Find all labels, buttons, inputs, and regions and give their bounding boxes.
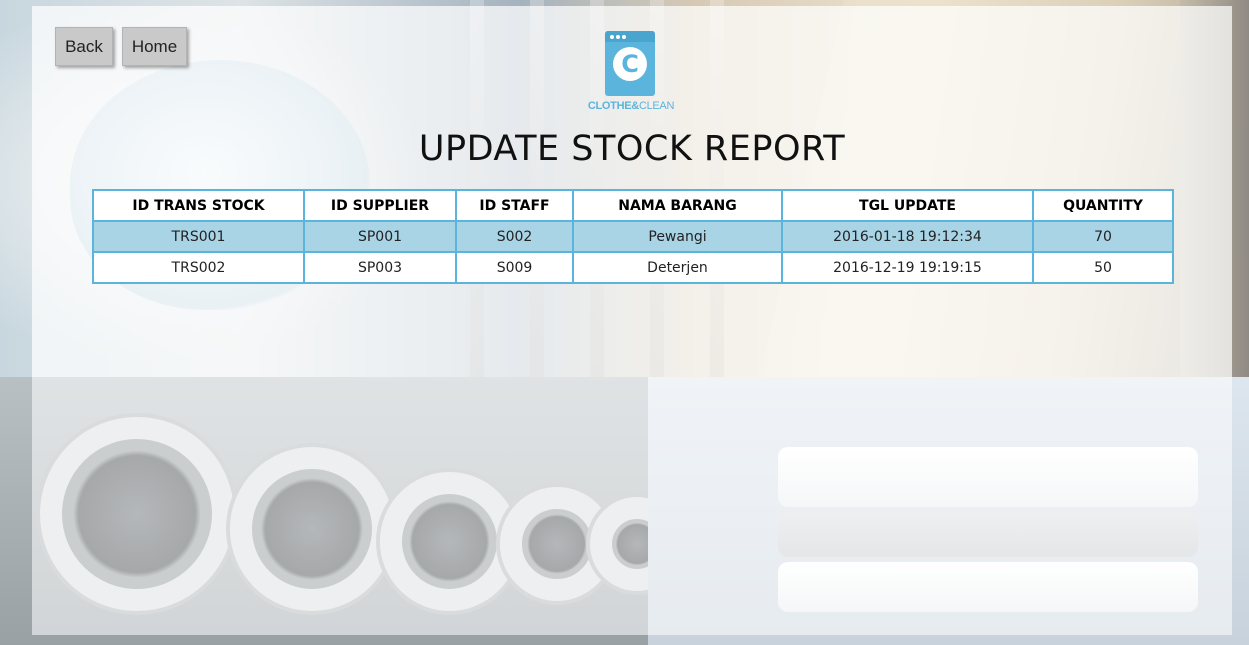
stock-report-table: ID TRANS STOCK ID SUPPLIER ID STAFF NAMA… bbox=[92, 189, 1174, 284]
cell-nama-barang: Pewangi bbox=[572, 220, 783, 253]
column-header-id-supplier: ID SUPPLIER bbox=[303, 189, 457, 222]
cell-id-supplier: SP001 bbox=[303, 220, 457, 253]
column-header-nama-barang: NAMA BARANG bbox=[572, 189, 783, 222]
column-header-tgl-update: TGL UPDATE bbox=[781, 189, 1034, 222]
table-header-row: ID TRANS STOCK ID SUPPLIER ID STAFF NAMA… bbox=[92, 189, 1174, 222]
cell-tgl-update: 2016-01-18 19:12:34 bbox=[781, 220, 1034, 253]
washing-machine-icon: C bbox=[605, 31, 655, 96]
logo-wordmark: CLOTHE&CLEAN bbox=[587, 100, 675, 112]
cell-id-staff: S002 bbox=[455, 220, 574, 253]
cell-id-supplier: SP003 bbox=[303, 251, 457, 284]
column-header-id-trans-stock: ID TRANS STOCK bbox=[92, 189, 305, 222]
cell-quantity: 70 bbox=[1032, 220, 1174, 253]
cell-id-staff: S009 bbox=[455, 251, 574, 284]
table-row: TRS001 SP001 S002 Pewangi 2016-01-18 19:… bbox=[92, 220, 1174, 253]
cell-tgl-update: 2016-12-19 19:19:15 bbox=[781, 251, 1034, 284]
brand-logo: C CLOTHE&CLEAN bbox=[580, 30, 682, 116]
home-button[interactable]: Home bbox=[122, 27, 187, 66]
table-row: TRS002 SP003 S009 Deterjen 2016-12-19 19… bbox=[92, 251, 1174, 284]
logo-letter: C bbox=[613, 47, 647, 81]
column-header-quantity: QUANTITY bbox=[1032, 189, 1174, 222]
cell-nama-barang: Deterjen bbox=[572, 251, 783, 284]
content-panel-lower bbox=[32, 377, 1232, 635]
column-header-id-staff: ID STAFF bbox=[455, 189, 574, 222]
cell-quantity: 50 bbox=[1032, 251, 1174, 284]
cell-id-trans-stock: TRS002 bbox=[92, 251, 305, 284]
back-button[interactable]: Back bbox=[55, 27, 113, 66]
page-title: UPDATE STOCK REPORT bbox=[418, 129, 846, 169]
cell-id-trans-stock: TRS001 bbox=[92, 220, 305, 253]
